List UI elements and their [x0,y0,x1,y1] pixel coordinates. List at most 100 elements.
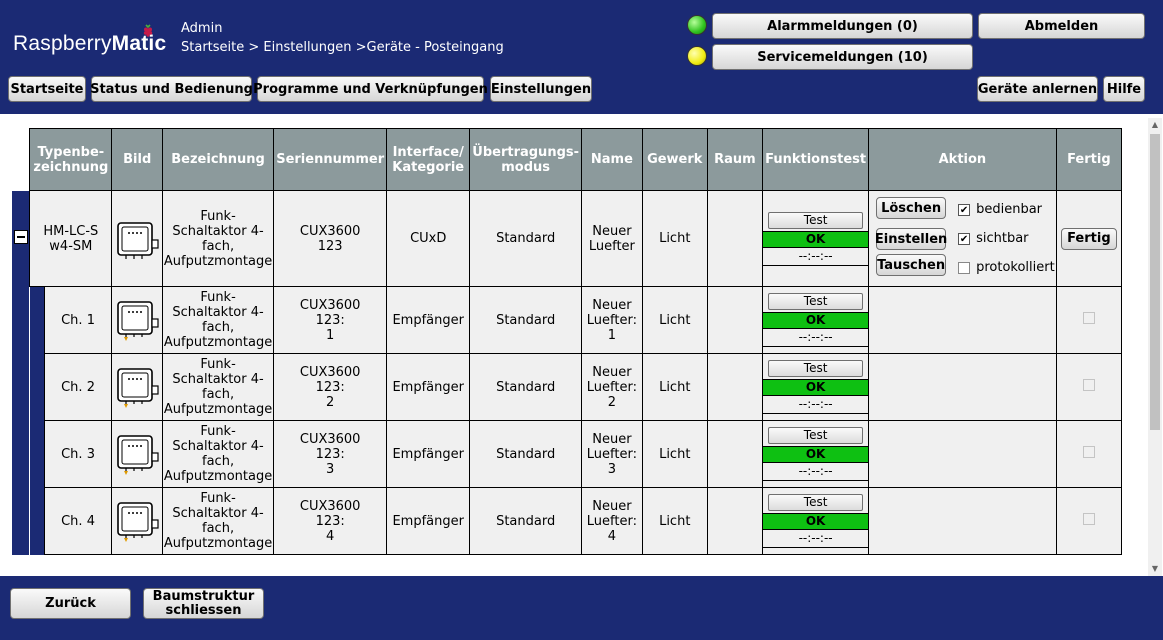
channel-trade: Licht [641,286,708,354]
channel-mode: Standard [469,353,583,421]
channel-image [111,286,163,354]
channel-trade: Licht [641,487,708,555]
collapse-tree-icon[interactable] [13,229,28,244]
learn-devices-button[interactable]: Geräte anlernen [977,76,1098,102]
channel-room [706,286,764,354]
actuator-channel-icon [117,368,159,408]
channel-label: Ch. 4 [43,487,113,555]
test-timestamp: --:--:-- [763,530,869,548]
help-button[interactable]: Hilfe [1103,76,1145,102]
function-test: Test OK --:--:-- [762,293,870,347]
delete-button[interactable]: Löschen [876,197,947,219]
collapse-tree-button[interactable]: Baumstruktur schliessen [143,588,264,619]
service-status-led-icon [687,46,707,66]
vertical-scrollbar[interactable]: ▲ ▼ [1148,118,1162,576]
channel-description: Funk- Schaltaktor 4- fach, Aufputzmontag… [163,290,273,350]
channel-row: Ch. 3 Funk- Schaltaktor 4- fach, Aufputzm… [12,420,1123,488]
test-status: OK [762,379,870,396]
swap-button[interactable]: Tauschen [876,254,947,276]
actuator-channel-icon [117,502,159,542]
channel-room [706,353,764,421]
scroll-up-icon[interactable]: ▲ [1148,118,1162,132]
test-button[interactable]: Test [768,360,864,377]
actuator-box-icon [117,221,159,259]
channel-description: Funk- Schaltaktor 4- fach, Aufputzmontag… [163,424,273,484]
alarm-messages-button[interactable]: Alarmmeldungen (0) [712,13,973,39]
col-room-header: Raum [706,128,764,191]
channel-row: Ch. 1 Funk- Schaltaktor 4- fach, Aufputzm… [12,286,1123,354]
channel-mode: Standard [469,420,583,488]
tree-gutter [12,420,30,488]
device-table: Typenbe- zeichnung Bild Bezeichnung Seri… [12,128,1123,555]
channel-interface: Empfänger [386,286,471,354]
test-timestamp: --:--:-- [763,396,869,414]
device-row: HM-LC-S w4-SM Funk- Schaltaktor 4- fach,… [12,190,1123,287]
col-image-header: Bild [111,128,163,191]
channel-done-checkbox[interactable] [1082,312,1095,324]
col-mode-header: Übertragungs- modus [469,128,583,191]
top-bar: RaspberryMatic Admin Startseite > Einste… [0,0,1163,112]
col-serial-header: Seriennummer [273,128,388,191]
scroll-thumb[interactable] [1150,134,1160,430]
nav-programs-button[interactable]: Programme und Verknüpfungen [253,76,488,102]
col-interface-header: Interface/ Kategorie [386,128,471,191]
col-type-header: Typenbe- zeichnung [29,128,113,191]
nav-settings-button[interactable]: Einstellungen [490,76,592,102]
nav-home-button[interactable]: Startseite [8,76,86,102]
channel-name: Neuer Luefter: 4 [586,498,637,544]
device-image [111,190,163,287]
channel-mode: Standard [469,286,583,354]
device-trade: Licht [641,190,708,287]
device-room [706,190,764,287]
col-done-header: Fertig [1055,128,1123,191]
channel-serial: CUX3600 123: 3 [299,431,361,477]
col-action-header: Aktion [868,128,1057,191]
channel-interface: Empfänger [386,420,471,488]
channel-done-checkbox[interactable] [1082,446,1095,458]
raspberry-icon [143,24,153,37]
test-button[interactable]: Test [768,494,864,511]
col-trade-header: Gewerk [641,128,708,191]
test-button[interactable]: Test [768,427,864,444]
device-interface: CUxD [386,190,471,287]
channel-interface: Empfänger [386,353,471,421]
tree-gutter [12,286,30,354]
channel-action-cell [868,353,1057,421]
device-type: HM-LC-S w4-SM [43,223,99,254]
channel-serial: CUX3600 123: 4 [299,498,361,544]
test-button[interactable]: Test [768,211,864,229]
channel-description: Funk- Schaltaktor 4- fach, Aufputzmontag… [163,357,273,417]
col-devname-header: Name [581,128,643,191]
tree-gutter [12,190,30,287]
test-button[interactable]: Test [768,293,864,310]
channel-done-checkbox[interactable] [1082,513,1095,525]
channel-row: Ch. 2 Funk- Schaltaktor 4- fach, Aufputzm… [12,353,1123,421]
configure-button[interactable]: Einstellen [875,228,947,250]
channel-label: Ch. 2 [43,353,113,421]
channel-label: Ch. 3 [43,420,113,488]
channel-done-checkbox[interactable] [1082,379,1095,391]
channel-list: Ch. 1 Funk- Schaltaktor 4- fach, Aufputzm… [12,286,1123,555]
device-name: Neuer Luefter [588,223,635,254]
test-status: OK [762,446,870,463]
channel-trade: Licht [641,353,708,421]
nav-status-button[interactable]: Status und Bedienung [90,76,253,102]
test-status: OK [762,230,870,248]
scroll-down-icon[interactable]: ▼ [1148,562,1162,576]
service-messages-button[interactable]: Servicemeldungen (10) [712,44,973,70]
visible-checkbox[interactable]: ✔ [958,232,971,245]
logged-checkbox[interactable] [958,261,971,274]
test-timestamp: --:--:-- [763,329,869,347]
logout-button[interactable]: Abmelden [978,13,1145,39]
content-area: Typenbe- zeichnung Bild Bezeichnung Seri… [0,112,1163,576]
operable-checkbox[interactable]: ✔ [958,203,971,216]
channel-mode: Standard [469,487,583,555]
test-timestamp: --:--:-- [763,248,869,266]
done-button[interactable]: Fertig [1060,227,1117,250]
device-inbox: Typenbe- zeichnung Bild Bezeichnung Seri… [12,128,1123,568]
test-status: OK [762,513,870,530]
channel-image [111,487,163,555]
device-description: Funk- Schaltaktor 4- fach, Aufputzmontag… [163,208,273,269]
back-button[interactable]: Zurück [10,588,131,619]
channel-name: Neuer Luefter: 2 [586,364,637,410]
